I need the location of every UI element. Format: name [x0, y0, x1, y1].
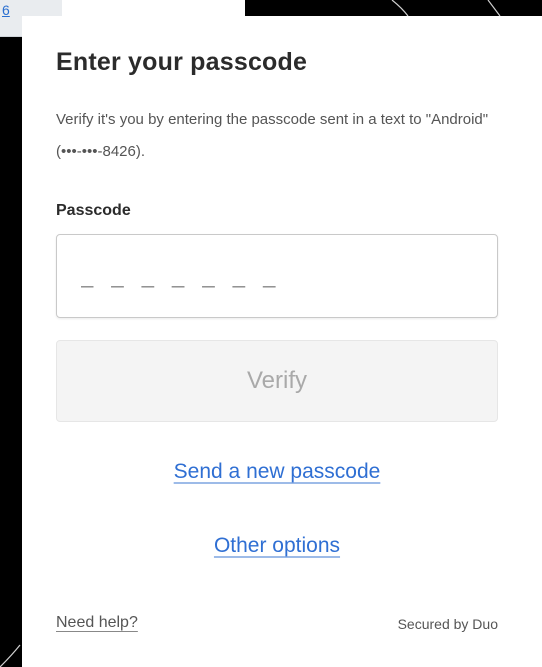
need-help-link[interactable]: Need help?: [56, 614, 138, 631]
card-footer: Need help? Secured by Duo: [56, 614, 498, 638]
other-options-link[interactable]: Other options: [214, 534, 340, 557]
secured-by-text: Secured by Duo: [397, 616, 498, 632]
passcode-input[interactable]: [56, 234, 498, 318]
page-title: Enter your passcode: [56, 48, 308, 76]
send-new-passcode-link[interactable]: Send a new passcode: [174, 460, 381, 483]
send-new-passcode-row: Send a new passcode: [56, 460, 498, 484]
help-wrapper: Need help?: [56, 614, 138, 632]
passcode-card: Enter your passcode Verify it's you by e…: [22, 16, 542, 667]
screen: 6 Enter your passcode Verify it's you by…: [0, 0, 542, 667]
other-options-row: Other options: [56, 534, 498, 558]
verify-button[interactable]: Verify: [56, 340, 498, 422]
instructions-text: Verify it's you by entering the passcode…: [56, 111, 489, 160]
background-top-strip: [62, 0, 245, 16]
background-partial-link[interactable]: 6: [2, 2, 10, 18]
passcode-label: Passcode: [56, 202, 131, 219]
